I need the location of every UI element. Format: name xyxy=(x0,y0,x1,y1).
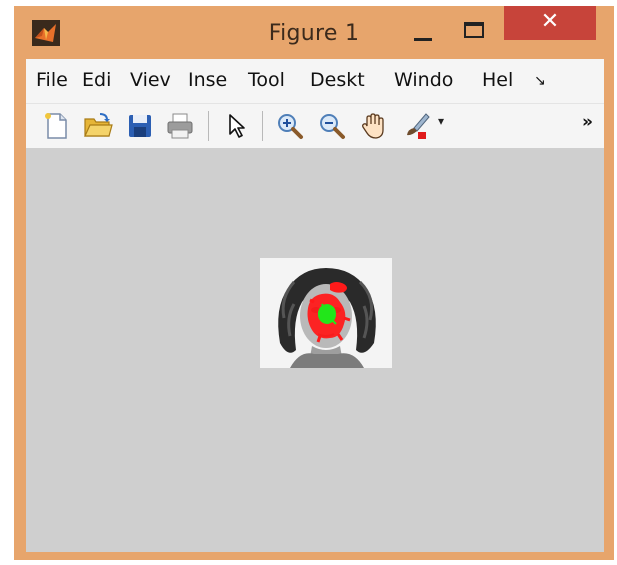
close-icon: ✕ xyxy=(540,9,560,34)
menu-overflow-icon[interactable]: ↘ xyxy=(534,73,546,89)
brush-dropdown-icon[interactable]: ▾ xyxy=(438,114,444,128)
menu-edit[interactable]: Edi xyxy=(82,69,111,91)
menu-insert[interactable]: Inse xyxy=(188,69,227,91)
maximize-button[interactable] xyxy=(456,16,492,46)
print-icon[interactable] xyxy=(164,110,196,142)
menu-bar: File Edi Viev Inse Tool Deskt Windo Hel … xyxy=(26,59,604,103)
title-bar[interactable]: Figure 1 ✕ xyxy=(14,6,614,58)
menu-window[interactable]: Windo xyxy=(394,69,453,91)
menu-desktop[interactable]: Deskt xyxy=(310,69,365,91)
toolbar-separator xyxy=(208,111,209,141)
new-figure-icon[interactable] xyxy=(40,110,72,142)
close-button[interactable]: ✕ xyxy=(504,6,596,40)
face-image xyxy=(260,258,392,368)
menu-tools[interactable]: Tool xyxy=(248,69,285,91)
pan-hand-icon[interactable] xyxy=(358,110,390,142)
figure-canvas xyxy=(26,148,604,552)
toolbar-overflow-icon[interactable]: » xyxy=(582,112,593,132)
brush-icon[interactable] xyxy=(400,110,432,142)
menu-help[interactable]: Hel xyxy=(482,69,513,91)
menu-view[interactable]: Viev xyxy=(130,69,171,91)
menu-file[interactable]: File xyxy=(36,69,68,91)
select-pointer-icon[interactable] xyxy=(220,110,252,142)
toolbar-separator xyxy=(262,111,263,141)
zoom-out-icon[interactable] xyxy=(316,110,348,142)
save-icon[interactable] xyxy=(124,110,156,142)
zoom-in-icon[interactable] xyxy=(274,110,306,142)
toolbar: ▾ » xyxy=(26,103,604,149)
figure-window: Figure 1 ✕ File Edi Viev Inse Tool Deskt… xyxy=(14,6,614,560)
open-folder-icon[interactable] xyxy=(82,110,114,142)
minimize-button[interactable] xyxy=(405,18,441,48)
